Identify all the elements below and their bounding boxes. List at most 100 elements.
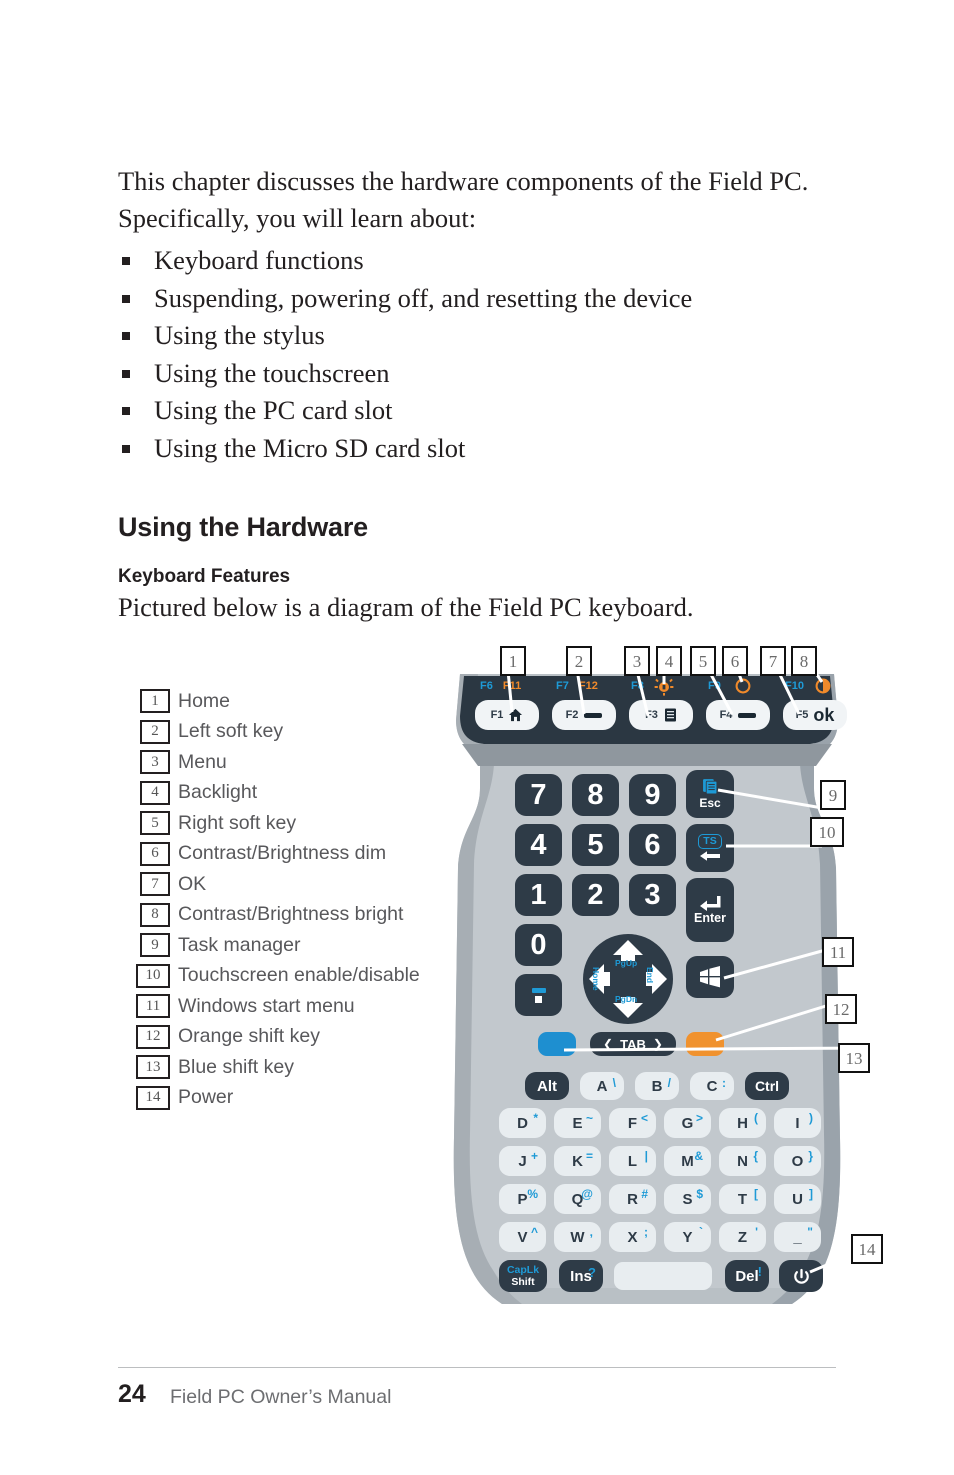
numeric-key-5[interactable]: 5: [572, 824, 619, 866]
alpha-key-g[interactable]: G >: [664, 1108, 711, 1138]
manual-page: This chapter discusses the hardware comp…: [0, 0, 954, 1475]
ins-key[interactable]: Ins ?: [559, 1260, 603, 1292]
alpha-key-t[interactable]: T [: [719, 1184, 766, 1214]
alt-label: Alt: [537, 1077, 557, 1095]
alpha-key-d[interactable]: D *: [499, 1108, 546, 1138]
tab-label: TAB: [620, 1036, 646, 1052]
dpad-end-label: End: [645, 967, 655, 984]
bullet-square-icon: [118, 392, 154, 430]
esc-key[interactable]: Esc: [686, 770, 734, 818]
bullet-square-icon: [118, 430, 154, 468]
legend-number: 4: [140, 780, 170, 805]
f4-label: F4: [719, 709, 733, 721]
function-key-f2[interactable]: F2: [552, 700, 616, 730]
alpha-label: J: [518, 1152, 527, 1170]
legend-label: Home: [178, 689, 231, 712]
enter-key[interactable]: Enter: [686, 878, 734, 942]
dash-dot-key[interactable]: [515, 974, 562, 1016]
intro-paragraph: This chapter discusses the hardware comp…: [118, 166, 809, 233]
alpha-key-c[interactable]: C :: [690, 1072, 734, 1100]
blue-shift-key[interactable]: [538, 1032, 576, 1056]
alpha-sup: *: [533, 1111, 538, 1125]
alpha-label: P: [517, 1190, 528, 1208]
numeric-key-7[interactable]: 7: [515, 774, 562, 816]
legend-label: Right soft key: [178, 811, 297, 834]
alpha-key-n[interactable]: N {: [719, 1146, 766, 1176]
alt-key[interactable]: Alt: [525, 1072, 569, 1100]
tab-left-arrow-icon: ❮: [603, 1037, 614, 1051]
numeric-key-3[interactable]: 3: [629, 874, 676, 916]
ctrl-key[interactable]: Ctrl: [745, 1072, 789, 1100]
alpha-label: S: [682, 1190, 693, 1208]
alpha-sup: ,: [589, 1225, 593, 1239]
alpha-label: V: [517, 1228, 528, 1246]
list-item: 13 Blue shift key: [136, 1052, 440, 1083]
alpha-key-l[interactable]: L |: [609, 1146, 656, 1176]
alpha-key-h[interactable]: H (: [719, 1108, 766, 1138]
alpha-key-v[interactable]: V ^: [499, 1222, 546, 1252]
alpha-key-i[interactable]: I ): [774, 1108, 821, 1138]
numeric-key-2[interactable]: 2: [572, 874, 619, 916]
alpha-key-j[interactable]: J +: [499, 1146, 546, 1176]
numeric-key-6[interactable]: 6: [629, 824, 676, 866]
alpha-sup: @: [581, 1187, 593, 1201]
alpha-key-s[interactable]: S $: [664, 1184, 711, 1214]
windows-start-icon: [700, 966, 720, 988]
numeric-key-8[interactable]: 8: [572, 774, 619, 816]
alpha-key-e[interactable]: E ~: [554, 1108, 601, 1138]
power-icon: [793, 1268, 809, 1284]
alpha-key-y[interactable]: Y `: [664, 1222, 711, 1252]
alpha-key-r[interactable]: R #: [609, 1184, 656, 1214]
windows-start-key[interactable]: [686, 956, 734, 998]
callout-8: 8: [791, 646, 817, 676]
alpha-label: D: [517, 1114, 528, 1132]
del-sup: !: [757, 1264, 762, 1279]
alpha-sup: ^: [530, 1225, 538, 1239]
space-key[interactable]: [614, 1262, 712, 1290]
list-item: 3 Menu: [140, 747, 440, 778]
caplk-shift-key[interactable]: CapLk Shift: [499, 1260, 547, 1292]
numeric-key-1[interactable]: 1: [515, 874, 562, 916]
tab-key[interactable]: ❮ TAB ❯: [590, 1032, 676, 1056]
list-item: 5 Right soft key: [140, 808, 440, 839]
alpha-key-w[interactable]: W ,: [554, 1222, 601, 1252]
alpha-key-m[interactable]: M &: [664, 1146, 711, 1176]
power-key[interactable]: [779, 1260, 823, 1292]
f5-alt-labels: F10: [785, 680, 804, 692]
numeric-key-4[interactable]: 4: [515, 824, 562, 866]
alpha-key-u[interactable]: U ]: [774, 1184, 821, 1214]
function-key-f3[interactable]: F3: [629, 700, 693, 730]
menu-icon: [664, 708, 676, 722]
alpha-key-p[interactable]: P %: [499, 1184, 546, 1214]
section-title: Using the Hardware: [118, 512, 368, 542]
alpha-key-a[interactable]: A \: [580, 1072, 624, 1100]
alpha-key-z[interactable]: Z ': [719, 1222, 766, 1252]
numeric-key-0[interactable]: 0: [515, 924, 562, 966]
alpha-key-x[interactable]: X ;: [609, 1222, 656, 1252]
legend-label: Task manager: [178, 933, 301, 956]
orange-shift-key[interactable]: [686, 1032, 724, 1056]
alpha-key-b[interactable]: B /: [635, 1072, 679, 1100]
function-key-f4[interactable]: F4: [706, 700, 770, 730]
callout-11: 11: [822, 937, 854, 967]
list-item: 2 Left soft key: [140, 717, 440, 748]
bullet-list: Keyboard functions Suspending, powering …: [118, 242, 878, 467]
alpha-key-q[interactable]: Q @: [554, 1184, 601, 1214]
alpha-key-o[interactable]: O }: [774, 1146, 821, 1176]
touchscreen-toggle-key[interactable]: TS: [686, 824, 734, 872]
legend-number: 7: [140, 872, 170, 897]
alpha-key-underscore[interactable]: _ ": [774, 1222, 821, 1252]
numeric-key-9[interactable]: 9: [629, 774, 676, 816]
alpha-label: I: [795, 1114, 800, 1132]
alpha-label: B: [651, 1077, 663, 1095]
function-key-f1[interactable]: F1: [475, 700, 539, 730]
directional-pad[interactable]: PgUp PgDn Home End: [583, 934, 673, 1024]
list-item: 4 Backlight: [140, 778, 440, 809]
del-key[interactable]: Del !: [725, 1260, 769, 1292]
function-key-f5[interactable]: F5 ok: [783, 700, 847, 730]
alpha-label: W: [570, 1228, 585, 1246]
alpha-key-k[interactable]: K =: [554, 1146, 601, 1176]
alpha-key-f[interactable]: F <: [609, 1108, 656, 1138]
f3-alt-labels: F8: [631, 680, 644, 692]
callout-4: 4: [656, 646, 682, 676]
